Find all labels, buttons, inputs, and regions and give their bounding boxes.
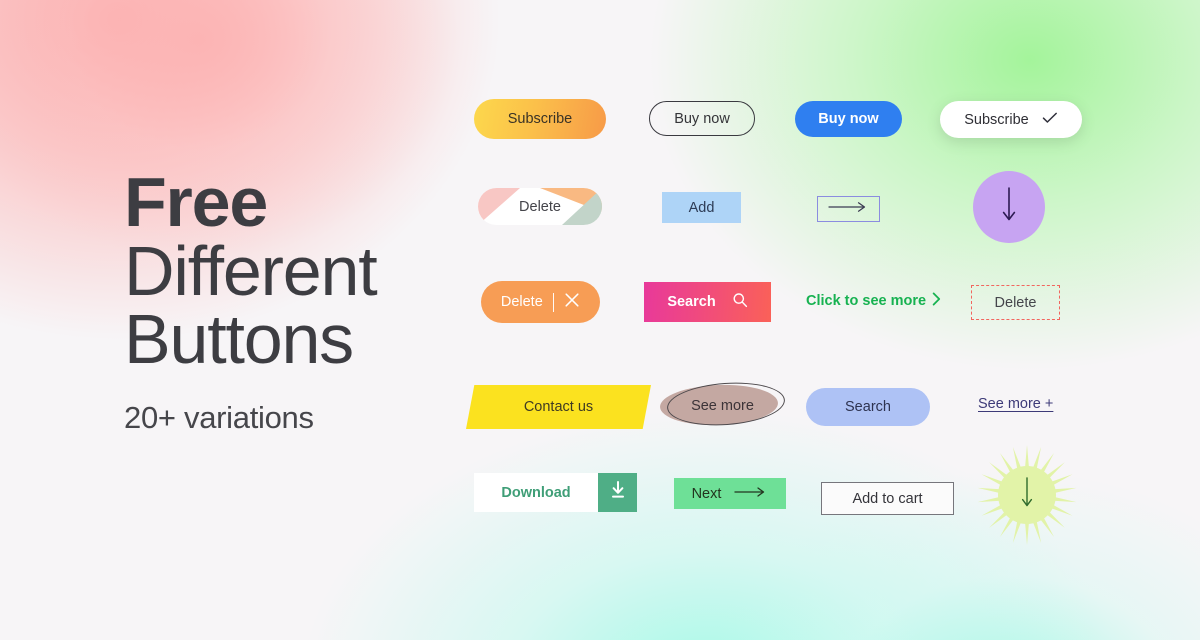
add-button[interactable]: Add	[662, 192, 741, 223]
search-gradient-button[interactable]: Search	[644, 282, 771, 322]
divider	[552, 292, 555, 312]
starburst-download-button[interactable]	[975, 443, 1079, 547]
see-more-ellipse-label: See more	[691, 398, 754, 414]
delete-shapes-button[interactable]: Delete	[478, 188, 602, 225]
decorative-shape-pink	[478, 188, 520, 225]
search-lightblue-button[interactable]: Search	[806, 388, 930, 426]
arrow-down-icon	[1001, 186, 1017, 229]
see-more-ellipse-button[interactable]: See more	[659, 378, 787, 430]
chevron-right-icon	[932, 292, 941, 310]
headline-subtitle: 20+ variations	[124, 399, 314, 435]
click-to-see-more-label: Click to see more	[806, 293, 927, 309]
see-more-plus-link[interactable]: See more +	[978, 396, 1053, 412]
buy-now-blue-button[interactable]: Buy now	[795, 101, 902, 137]
search-gradient-label: Search	[667, 294, 716, 310]
download-circle-button[interactable]	[973, 171, 1045, 243]
close-icon	[564, 292, 580, 313]
download-label: Download	[501, 484, 571, 501]
headline-line-2: Different	[124, 231, 378, 310]
subscribe-check-button[interactable]: Subscribe	[940, 101, 1082, 138]
subscribe-check-label: Subscribe	[964, 111, 1029, 128]
click-to-see-more-link[interactable]: Click to see more	[806, 292, 941, 310]
arrow-box-button[interactable]	[817, 196, 880, 222]
download-label-area: Download	[474, 473, 598, 512]
download-icon	[609, 480, 627, 505]
delete-dashed-label: Delete	[994, 294, 1037, 311]
delete-orange-label: Delete	[500, 294, 543, 310]
search-icon	[732, 292, 748, 313]
delete-orange-button[interactable]: Delete	[481, 281, 600, 323]
next-label: Next	[691, 485, 722, 502]
headline-line-1: Free	[124, 163, 268, 241]
arrow-down-icon	[1020, 476, 1034, 515]
add-to-cart-button[interactable]: Add to cart	[821, 482, 954, 515]
arrow-right-icon	[734, 485, 768, 503]
delete-shapes-label: Delete	[519, 198, 561, 215]
check-icon	[1042, 111, 1058, 129]
headline-block: Free Different Buttons 20+ variations	[124, 163, 484, 436]
download-icon-area[interactable]	[598, 473, 637, 512]
buy-now-outline-button[interactable]: Buy now	[649, 101, 755, 136]
contact-us-button[interactable]: Contact us	[466, 385, 651, 429]
headline-line-3: Buttons	[124, 300, 354, 379]
subscribe-gradient-button[interactable]: Subscribe	[474, 99, 606, 139]
delete-dashed-button[interactable]: Delete	[971, 285, 1060, 320]
next-button[interactable]: Next	[674, 478, 786, 509]
contact-us-label: Contact us	[523, 399, 594, 415]
arrow-right-icon	[827, 200, 870, 218]
download-split-button[interactable]: Download	[474, 473, 637, 512]
